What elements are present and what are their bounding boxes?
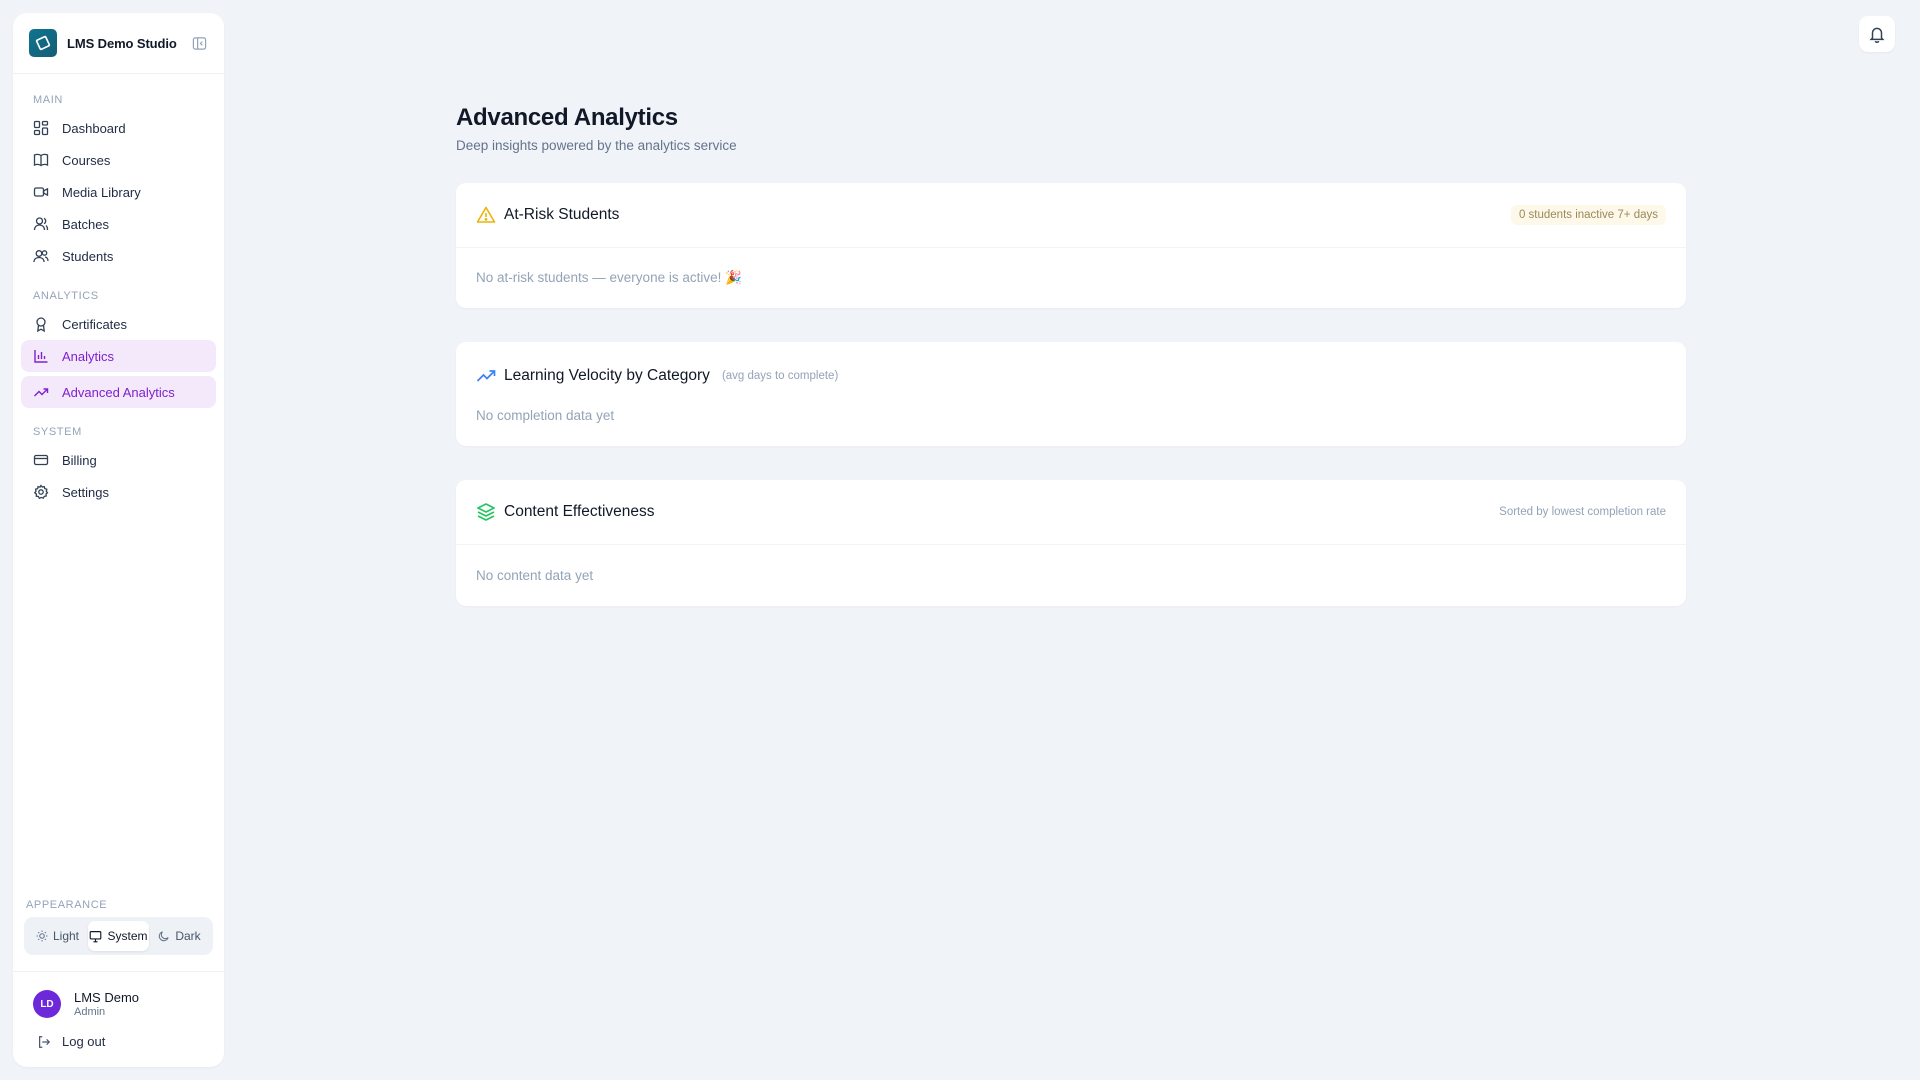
page-title: Advanced Analytics bbox=[456, 104, 678, 131]
video-icon bbox=[33, 184, 49, 200]
section-label-system: SYSTEM bbox=[33, 426, 82, 438]
sidebar-item-label: Billing bbox=[62, 452, 97, 468]
sun-icon bbox=[36, 930, 48, 942]
warning-icon bbox=[476, 205, 496, 225]
trending-up-icon bbox=[33, 384, 49, 400]
trending-up-icon bbox=[476, 366, 496, 386]
sidebar-item-dashboard[interactable]: Dashboard bbox=[21, 112, 216, 144]
sidebar-item-batches[interactable]: Batches bbox=[21, 208, 216, 240]
at-risk-empty-state: No at-risk students — everyone is active… bbox=[476, 270, 742, 285]
logout-label: Log out bbox=[62, 1034, 106, 1049]
layers-icon bbox=[476, 502, 496, 522]
sidebar-item-label: Dashboard bbox=[62, 120, 126, 136]
user-role: Admin bbox=[74, 1006, 106, 1018]
sidebar-item-certificates[interactable]: Certificates bbox=[21, 308, 216, 340]
sidebar-item-billing[interactable]: Billing bbox=[21, 444, 216, 476]
sidebar-item-label: Settings bbox=[62, 484, 109, 500]
brand-logo-icon[interactable] bbox=[29, 29, 57, 57]
theme-light-option[interactable]: Light bbox=[27, 921, 88, 951]
content-effectiveness-card: Content Effectiveness Sorted by lowest c… bbox=[456, 480, 1686, 606]
sidebar-item-label: Batches bbox=[62, 216, 109, 232]
user-group-icon bbox=[33, 216, 49, 232]
sort-note: Sorted by lowest completion rate bbox=[1499, 506, 1666, 518]
sidebar-item-label: Advanced Analytics bbox=[62, 384, 175, 400]
card-title: Content Effectiveness bbox=[504, 503, 655, 520]
page-subtitle: Deep insights powered by the analytics s… bbox=[456, 138, 737, 153]
grid-icon bbox=[33, 120, 49, 136]
card-hint: (avg days to complete) bbox=[721, 370, 839, 382]
theme-light-label: Light bbox=[52, 929, 80, 943]
user-name: LMS Demo bbox=[74, 990, 140, 1005]
logout-button[interactable]: Log out bbox=[13, 1024, 224, 1067]
card-title: At-Risk Students bbox=[504, 206, 620, 223]
sidebar-nav: MAIN Dashboard Courses Media Library Bat… bbox=[13, 74, 224, 899]
sidebar: LMS Demo Studio MAIN Dashboard Courses M… bbox=[13, 13, 224, 1067]
sidebar-divider bbox=[13, 971, 224, 972]
brand-header: LMS Demo Studio bbox=[13, 13, 224, 74]
sidebar-item-label: Courses bbox=[62, 152, 111, 168]
inactive-students-badge: 0 students inactive 7+ days bbox=[1510, 205, 1666, 225]
appearance-label: APPEARANCE bbox=[26, 899, 108, 911]
bell-icon bbox=[1868, 25, 1886, 43]
theme-toggle: Light System Dark bbox=[24, 917, 213, 955]
sidebar-item-advanced-analytics[interactable]: Advanced Analytics bbox=[21, 376, 216, 408]
sidebar-item-label: Analytics bbox=[62, 348, 115, 364]
avatar: LD bbox=[33, 990, 61, 1018]
sidebar-item-label: Media Library bbox=[62, 184, 141, 200]
content-empty-state: No content data yet bbox=[476, 568, 594, 583]
monitor-icon bbox=[89, 930, 102, 943]
sidebar-item-courses[interactable]: Courses bbox=[21, 144, 216, 176]
sidebar-item-label: Students bbox=[62, 248, 114, 264]
sidebar-item-settings[interactable]: Settings bbox=[21, 476, 216, 508]
gear-icon bbox=[33, 484, 49, 500]
sidebar-collapse-icon[interactable] bbox=[190, 34, 208, 52]
appearance-section: APPEARANCE Light System Dark bbox=[13, 899, 224, 955]
theme-system-label: System bbox=[107, 929, 148, 943]
learning-velocity-card: Learning Velocity by Category (avg days … bbox=[456, 342, 1686, 446]
at-risk-students-card: At-Risk Students 0 students inactive 7+ … bbox=[456, 183, 1686, 308]
user-profile[interactable]: LD LMS Demo Admin bbox=[13, 982, 224, 1024]
logout-icon bbox=[37, 1035, 51, 1049]
main-content: Advanced Analytics Deep insights powered… bbox=[456, 104, 1686, 606]
award-icon bbox=[33, 316, 49, 332]
sidebar-item-label: Certificates bbox=[62, 316, 128, 332]
sidebar-item-analytics[interactable]: Analytics bbox=[21, 340, 216, 372]
users-icon bbox=[33, 248, 49, 264]
section-label-analytics: ANALYTICS bbox=[33, 290, 99, 302]
velocity-empty-state: No completion data yet bbox=[476, 408, 615, 423]
sidebar-item-media-library[interactable]: Media Library bbox=[21, 176, 216, 208]
bar-chart-icon bbox=[33, 348, 49, 364]
theme-dark-option[interactable]: Dark bbox=[149, 921, 210, 951]
notifications-button[interactable] bbox=[1859, 16, 1895, 52]
section-label-main: MAIN bbox=[33, 94, 63, 106]
book-icon bbox=[33, 152, 49, 168]
card-title: Learning Velocity by Category bbox=[504, 367, 710, 384]
brand-name: LMS Demo Studio bbox=[67, 35, 177, 51]
theme-dark-label: Dark bbox=[175, 929, 201, 943]
credit-card-icon bbox=[33, 452, 49, 468]
theme-system-option[interactable]: System bbox=[88, 921, 149, 951]
moon-icon bbox=[158, 930, 170, 942]
sidebar-item-students[interactable]: Students bbox=[21, 240, 216, 272]
